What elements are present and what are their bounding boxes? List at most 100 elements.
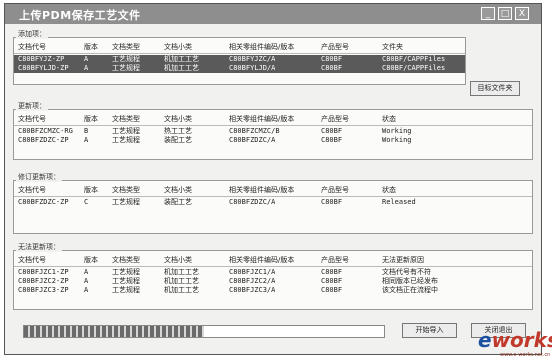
- cell-doc-code: C80BFJZC1-ZP: [18, 268, 69, 276]
- table-row[interactable]: C80BFZDZC-ZP A 工艺规程 装配工艺 C80BFZDZC/A C80BF Wor…: [14, 136, 532, 145]
- column-header-doc-subtype[interactable]: 文档小类: [164, 115, 192, 124]
- cell-extra: Working: [382, 127, 412, 135]
- column-header-part-code[interactable]: 相关零组件编码/版本: [229, 186, 294, 195]
- table-header: 文档代号 版本 文档类型 文档小类 相关零组件编码/版本 产品型号 无法更新原因: [14, 256, 532, 265]
- cell-doc-subtype: 机加工工艺: [164, 268, 199, 276]
- table-row[interactable]: C80BFJZC2-ZP A 工艺规程 机加工工艺 C80BFJZC2/A C80BF 相同…: [14, 277, 532, 286]
- column-header-product-model[interactable]: 产品型号: [321, 115, 349, 124]
- table-row[interactable]: C80BFZDZC-ZP C 工艺规程 装配工艺 C80BFZDZC/A C80BF Rel…: [14, 198, 532, 207]
- column-header-version[interactable]: 版本: [84, 186, 98, 195]
- cell-part-code: C80BFJZC3/A: [229, 286, 276, 294]
- cell-version: A: [84, 64, 89, 72]
- table-header: 文档代号 版本 文档类型 文档小类 相关零组件编码/版本 产品型号 文件夹: [14, 43, 465, 52]
- cell-product-model: C80BF: [321, 277, 343, 285]
- cell-doc-type: 工艺规程: [112, 286, 140, 294]
- cell-product-model: C80BF: [321, 64, 343, 72]
- cell-part-code: C80BFYLJD/A: [229, 64, 276, 72]
- cell-version: A: [84, 277, 89, 285]
- column-header-doc-subtype[interactable]: 文档小类: [164, 43, 192, 52]
- cell-doc-subtype: 热工工艺: [164, 127, 192, 135]
- watermark-url: www.e-works.net.cn: [500, 352, 551, 358]
- header-divider: [14, 53, 465, 54]
- column-header-product-model[interactable]: 产品型号: [321, 256, 349, 265]
- target-folder-button[interactable]: 目标文件夹: [470, 81, 520, 96]
- cell-extra: 该文档正在流程中: [382, 286, 438, 294]
- cell-part-code: C80BFZDZC/A: [229, 198, 276, 206]
- eworks-watermark: eworks www.e-works.net.cn: [478, 328, 552, 358]
- revision-update-items-group: 修订更新项： 文档代号 版本 文档类型 文档小类 相关零组件编码/版本 产品型号 状态 C80B…: [13, 172, 533, 234]
- column-header-doc-type[interactable]: 文档类型: [112, 43, 140, 52]
- column-header-version[interactable]: 版本: [84, 115, 98, 124]
- table-row[interactable]: C80BFYLJD-ZP A 工艺规程 机加工工艺 C80BFYLJD/A C80BF C8…: [14, 64, 465, 73]
- header-divider: [14, 196, 532, 197]
- cell-doc-code: C80BFYJZ-ZP: [18, 55, 65, 63]
- cell-version: B: [84, 127, 89, 135]
- cell-product-model: C80BF: [321, 127, 343, 135]
- column-header-version[interactable]: 版本: [84, 43, 98, 52]
- update-items-group: 更新项： 文档代号 版本 文档类型 文档小类 相关零组件编码/版本 产品型号 状态 C80BFZ…: [13, 101, 533, 160]
- table-row[interactable]: C80BFYJZ-ZP A 工艺规程 机加工工艺 C80BFYJZC/A C80BF C80…: [14, 55, 465, 64]
- cell-extra: Working: [382, 136, 412, 144]
- cell-doc-code: C80BFJZC2-ZP: [18, 277, 69, 285]
- column-header-extra[interactable]: 状态: [382, 115, 396, 124]
- table-row[interactable]: C80BFJZC3-ZP A 工艺规程 机加工工艺 C80BFJZC3/A C80BF 该文…: [14, 286, 532, 295]
- cell-product-model: C80BF: [321, 136, 343, 144]
- group-label: 修订更新项：: [16, 172, 62, 182]
- column-header-part-code[interactable]: 相关零组件编码/版本: [229, 256, 294, 265]
- cell-doc-code: C80BFZDZC-ZP: [18, 198, 69, 206]
- cell-doc-type: 工艺规程: [112, 64, 140, 72]
- cell-version: A: [84, 268, 89, 276]
- close-button[interactable]: X: [515, 7, 529, 20]
- cell-doc-subtype: 装配工艺: [164, 198, 192, 206]
- column-header-doc-type[interactable]: 文档类型: [112, 256, 140, 265]
- cell-doc-subtype: 机加工工艺: [164, 286, 199, 294]
- main-window: 上传PDM保存工艺文件 _ □ X 添加项： 文档代号 版本 文档类型 文档小类 相关零组…: [4, 3, 542, 355]
- column-header-doc-code[interactable]: 文档代号: [18, 186, 46, 195]
- cell-extra: 文档代号有不符: [382, 268, 431, 276]
- column-header-product-model[interactable]: 产品型号: [321, 43, 349, 52]
- column-header-doc-subtype[interactable]: 文档小类: [164, 186, 192, 195]
- column-header-doc-subtype[interactable]: 文档小类: [164, 256, 192, 265]
- cell-doc-type: 工艺规程: [112, 268, 140, 276]
- column-header-version[interactable]: 版本: [84, 256, 98, 265]
- progress-fill: [24, 326, 204, 337]
- column-header-doc-type[interactable]: 文档类型: [112, 186, 140, 195]
- failed-items-group: 无法更新项： 文档代号 版本 文档类型 文档小类 相关零组件编码/版本 产品型号 无法更新原因…: [13, 242, 533, 310]
- cell-product-model: C80BF: [321, 268, 343, 276]
- table-row[interactable]: C80BFJZC1-ZP A 工艺规程 机加工工艺 C80BFJZC1/A C80BF 文档…: [14, 268, 532, 277]
- group-label: 添加项：: [16, 29, 48, 39]
- title-bar: 上传PDM保存工艺文件 _ □ X: [5, 4, 541, 24]
- cell-version: C: [84, 198, 89, 206]
- column-header-extra[interactable]: 文件夹: [382, 43, 403, 52]
- start-import-button[interactable]: 开始导入: [402, 323, 457, 338]
- column-header-doc-code[interactable]: 文档代号: [18, 43, 46, 52]
- cell-part-code: C80BFJZC1/A: [229, 268, 276, 276]
- cell-doc-type: 工艺规程: [112, 277, 140, 285]
- column-header-doc-type[interactable]: 文档类型: [112, 115, 140, 124]
- cell-part-code: C80BFZDZC/A: [229, 136, 276, 144]
- maximize-button[interactable]: □: [498, 7, 512, 20]
- cell-doc-type: 工艺规程: [112, 136, 140, 144]
- cell-doc-subtype: 机加工工艺: [164, 55, 199, 63]
- cell-product-model: C80BF: [321, 198, 343, 206]
- watermark-logo-text: eworks: [478, 328, 552, 352]
- column-header-product-model[interactable]: 产品型号: [321, 186, 349, 195]
- import-progress-bar: [23, 325, 385, 338]
- column-header-extra[interactable]: 状态: [382, 186, 396, 195]
- cell-doc-subtype: 机加工工艺: [164, 277, 199, 285]
- group-label: 无法更新项：: [16, 242, 62, 252]
- table-row[interactable]: C80BFZCMZC-RG B 工艺规程 热工工艺 C80BFZCMZC/B C80BF W…: [14, 127, 532, 136]
- cell-doc-code: C80BFJZC3-ZP: [18, 286, 69, 294]
- window-title: 上传PDM保存工艺文件: [19, 9, 141, 22]
- column-header-doc-code[interactable]: 文档代号: [18, 256, 46, 265]
- column-header-part-code[interactable]: 相关零组件编码/版本: [229, 43, 294, 52]
- table-header: 文档代号 版本 文档类型 文档小类 相关零组件编码/版本 产品型号 状态: [14, 186, 532, 195]
- cell-part-code: C80BFZCMZC/B: [229, 127, 280, 135]
- cell-extra: 相同版本已经发布: [382, 277, 438, 285]
- minimize-button[interactable]: _: [481, 7, 495, 20]
- column-header-part-code[interactable]: 相关零组件编码/版本: [229, 115, 294, 124]
- column-header-extra[interactable]: 无法更新原因: [382, 256, 424, 265]
- column-header-doc-code[interactable]: 文档代号: [18, 115, 46, 124]
- cell-product-model: C80BF: [321, 55, 343, 63]
- cell-doc-code: C80BFZDZC-ZP: [18, 136, 69, 144]
